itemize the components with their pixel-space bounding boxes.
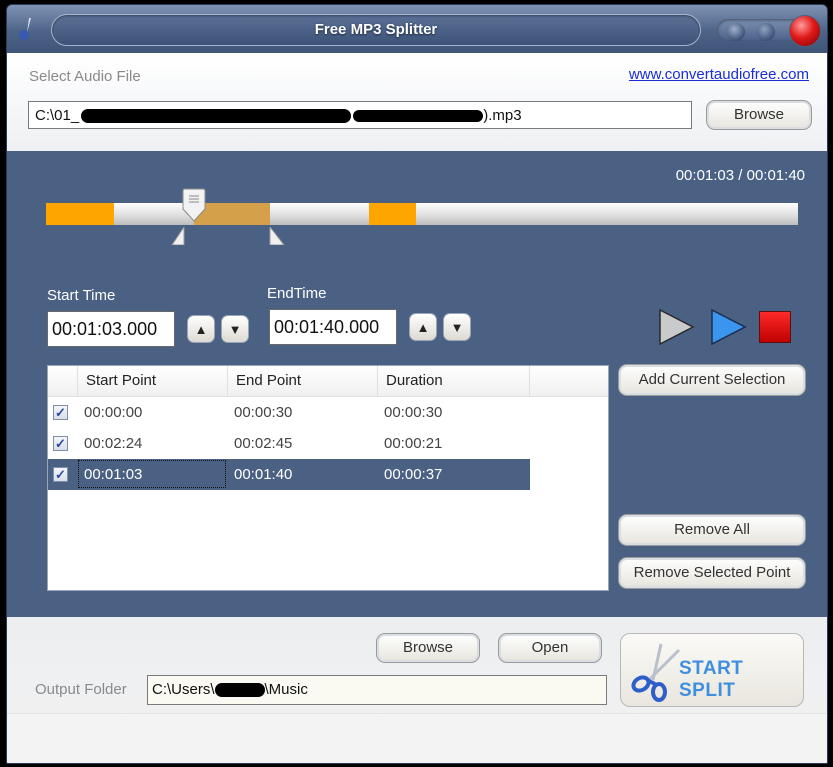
close-button[interactable] [789,15,821,47]
website-link[interactable]: www.convertaudiofree.com [629,66,809,83]
row-start: 00:00:00 [84,404,143,421]
saved-segment-2 [369,203,416,225]
table-row[interactable]: ✓ 00:02:24 00:02:45 00:00:21 [48,428,530,459]
end-time-down-button[interactable]: ▼ [443,313,471,341]
time-readout: 00:01:03 / 00:01:40 [675,167,805,184]
output-section: Browse Open Output Folder C:\Users\ \Musi… [7,617,827,763]
row-checkbox[interactable]: ✓ [53,405,68,420]
redacted-username [214,683,265,698]
end-time-input[interactable]: 00:01:40.000 [269,309,397,345]
start-time-down-button[interactable]: ▼ [221,315,249,343]
table-row-selected[interactable]: ✓ 00:01:03 00:01:40 00:00:37 [48,459,530,490]
column-header-duration[interactable]: Duration [378,366,530,396]
row-end: 00:02:45 [234,435,293,452]
redacted-path [81,109,352,124]
browse-audio-button[interactable]: Browse [706,100,812,130]
start-marker-handle[interactable] [170,227,190,245]
play-selection-button[interactable] [709,307,749,347]
end-marker-handle[interactable] [268,227,288,245]
open-output-button[interactable]: Open [498,633,602,663]
row-checkbox[interactable]: ✓ [53,467,68,482]
column-header-start-point[interactable]: Start Point [78,366,228,396]
stop-button[interactable] [759,311,791,343]
timeline-slider[interactable] [46,188,798,245]
end-time-up-button[interactable]: ▲ [409,313,437,341]
checkmark-icon: ✓ [55,467,66,482]
row-end: 00:00:30 [234,404,293,421]
redacted-path [353,110,484,123]
playhead-handle[interactable] [181,187,207,227]
add-current-selection-button[interactable]: Add Current Selection [618,364,806,396]
end-time-label: EndTime [267,285,327,302]
output-folder-input[interactable]: C:\Users\ \Music [147,675,607,705]
table-row[interactable]: ✓ 00:00:00 00:00:30 00:00:30 [48,397,530,428]
play-button[interactable] [657,307,697,347]
row-duration: 00:00:37 [384,466,443,483]
start-time-up-button[interactable]: ▲ [187,315,215,343]
file-path-suffix: ).mp3 [483,107,522,124]
main-panel: 00:01:03 / 00:01:40 Start Time 00:01:03.… [7,151,827,617]
list-header: Start Point End Point Duration [48,366,608,397]
audio-file-path-input[interactable]: C:\01_ ).mp3 [28,101,692,129]
arrow-down-icon: ▼ [450,319,464,335]
arrow-up-icon: ▲ [416,319,430,335]
arrow-down-icon: ▼ [228,321,242,337]
remove-all-button[interactable]: Remove All [618,514,806,546]
file-section: Select Audio File www.convertaudiofree.c… [7,53,827,151]
checkmark-icon: ✓ [55,436,66,451]
scissors-icon [631,643,681,702]
folder-prefix: C:\Users\ [152,681,215,698]
title-bar: Free MP3 Splitter [7,5,827,53]
row-start: 00:02:24 [84,435,143,452]
folder-suffix: \Music [264,681,308,698]
select-audio-file-label: Select Audio File [29,68,141,85]
maximize-button[interactable] [757,23,775,41]
arrow-up-icon: ▲ [194,321,208,337]
playback-controls [657,307,797,347]
window-controls [717,13,823,47]
row-duration: 00:00:21 [384,435,443,452]
row-end: 00:01:40 [234,466,293,483]
app-window: Free MP3 Splitter Select Audio File www.… [6,4,828,764]
row-checkbox[interactable]: ✓ [53,436,68,451]
start-time-input[interactable]: 00:01:03.000 [47,311,175,347]
row-duration: 00:00:30 [384,404,443,421]
title-pill: Free MP3 Splitter [51,14,701,46]
browse-output-button[interactable]: Browse [376,633,480,663]
checkmark-icon: ✓ [55,405,66,420]
timeline-track[interactable] [46,203,798,225]
remove-selected-point-button[interactable]: Remove Selected Point [618,557,806,589]
split-points-list[interactable]: Start Point End Point Duration ✓ 00:00:0… [47,365,609,591]
file-path-prefix: C:\01_ [35,107,80,124]
start-time-label: Start Time [47,287,116,304]
row-start: 00:01:03 [84,466,143,483]
minimize-button[interactable] [727,23,745,41]
app-logo-icon [19,18,31,40]
column-header-end-point[interactable]: End Point [228,366,378,396]
output-folder-label: Output Folder [35,681,127,698]
status-strip [7,713,827,763]
start-split-button[interactable]: START SPLIT [620,633,804,707]
saved-segment-1 [46,203,114,225]
start-split-label: START SPLIT [679,658,744,701]
window-title: Free MP3 Splitter [314,21,438,38]
